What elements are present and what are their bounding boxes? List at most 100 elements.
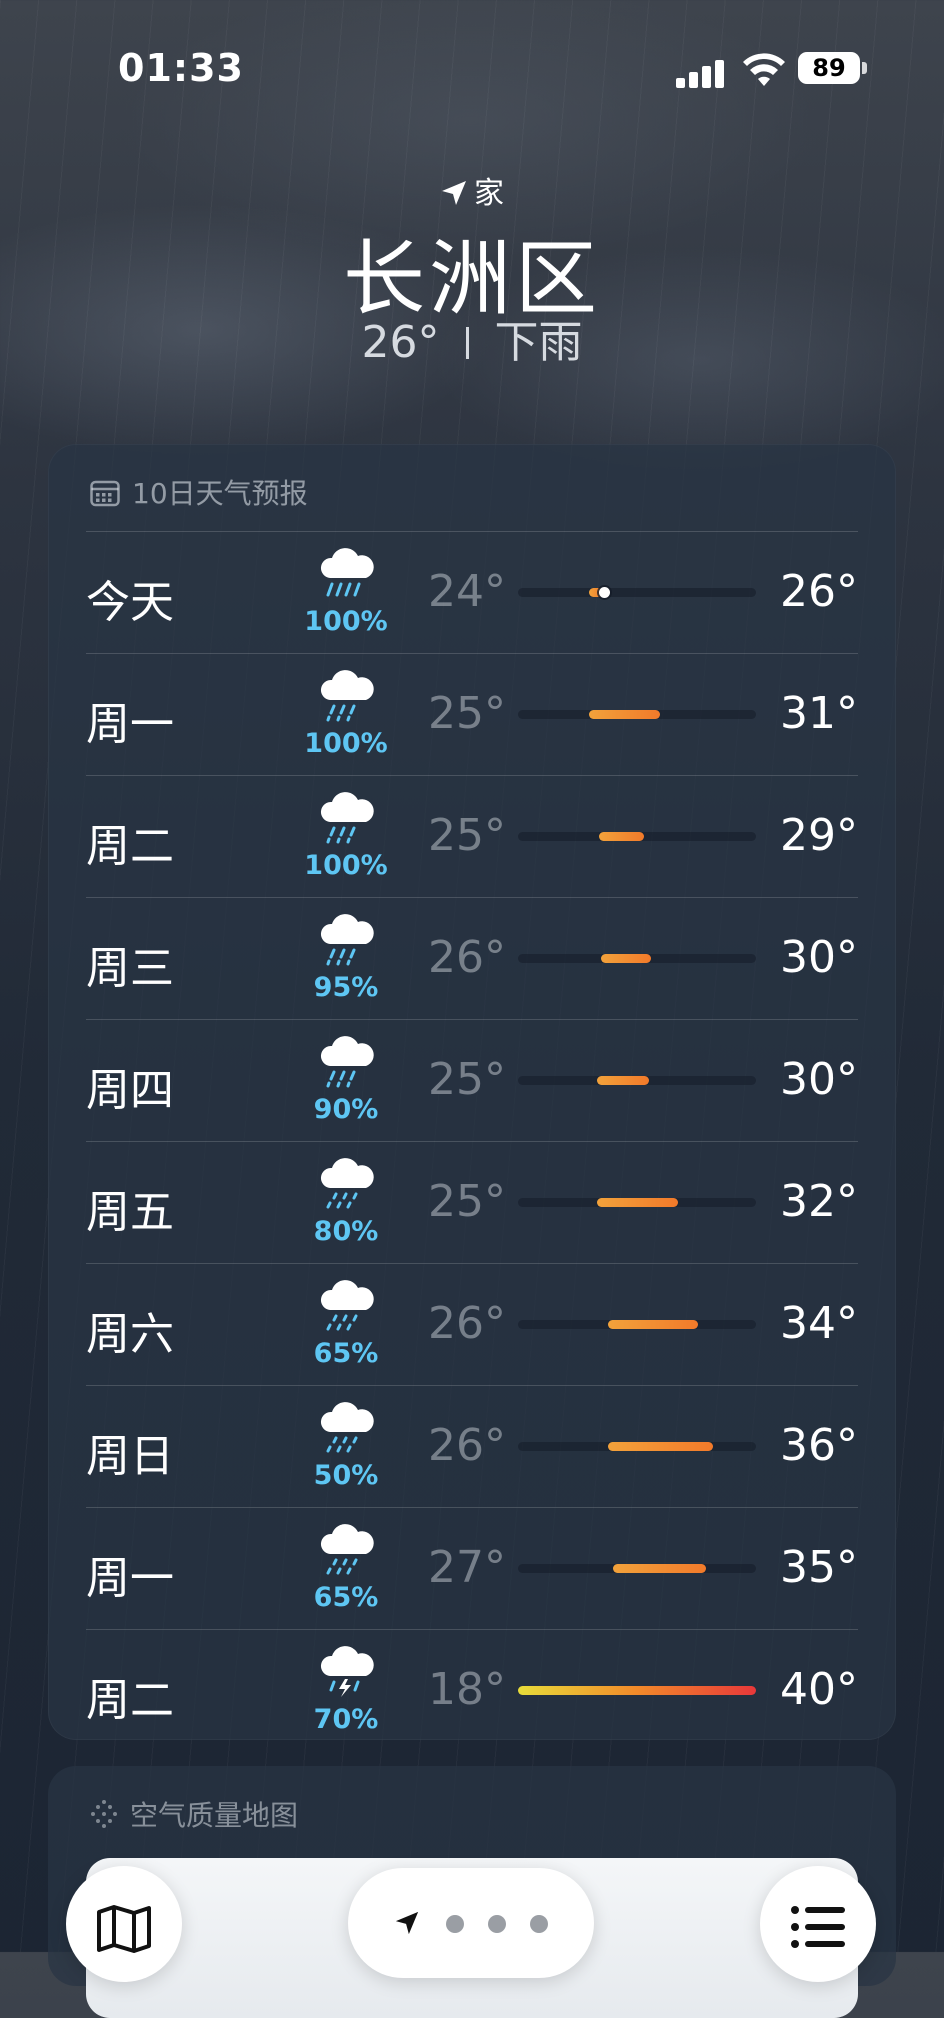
low-temperature: 25°	[428, 688, 506, 739]
forecast-row[interactable]: 周日 50% 26° 36°	[86, 1385, 858, 1507]
list-icon	[791, 1906, 845, 1948]
forecast-weather-icon	[316, 1524, 376, 1576]
forecast-title: 10日天气预报	[132, 477, 308, 510]
rain-icon	[320, 914, 374, 966]
forecast-list: 今天 100% 24° 26° 周一 100% 25° 31° 周二 100% 25° 29° 周三 95…	[86, 531, 858, 1751]
light-rain-icon	[320, 1158, 374, 1209]
forecast-row[interactable]: 周四 90% 25° 30°	[86, 1019, 858, 1141]
forecast-row[interactable]: 周一 100% 25° 31°	[86, 653, 858, 775]
current-condition: 下雨	[494, 317, 583, 368]
cellular-signal-icon	[676, 56, 726, 88]
temperature-range-fill	[518, 1686, 756, 1695]
calendar-icon	[90, 480, 120, 507]
current-temperature: 26°	[361, 317, 440, 368]
ten-day-forecast-card[interactable]: 10日天气预报 今天 100% 24° 26° 周一 100% 25° 31° 周二 100% 25…	[48, 444, 896, 1740]
heavy-rain-icon	[320, 548, 374, 597]
location-arrow-icon	[442, 181, 466, 205]
temperature-range-fill	[608, 1442, 713, 1451]
forecast-weather-icon	[316, 1036, 376, 1088]
forecast-day: 周三	[86, 943, 174, 994]
low-temperature: 26°	[428, 932, 506, 983]
low-temperature: 25°	[428, 1176, 506, 1227]
forecast-row[interactable]: 周五 80% 25° 32°	[86, 1141, 858, 1263]
temperature-range-bar	[518, 1564, 756, 1573]
forecast-weather-icon	[316, 1280, 376, 1332]
thunderstorm-icon	[320, 1646, 374, 1697]
air-quality-title: 空气质量地图	[130, 1799, 299, 1832]
forecast-day: 今天	[86, 577, 174, 628]
rain-icon	[320, 792, 374, 844]
page-dot[interactable]	[446, 1915, 464, 1933]
forecast-weather-icon	[316, 792, 376, 844]
battery-cap	[862, 62, 867, 74]
high-temperature: 29°	[780, 810, 858, 861]
high-temperature: 40°	[780, 1664, 858, 1715]
temperature-range-fill	[589, 710, 660, 719]
forecast-row[interactable]: 周一 65% 27° 35°	[86, 1507, 858, 1629]
light-rain-icon	[320, 1524, 374, 1575]
high-temperature: 35°	[780, 1542, 858, 1593]
air-quality-header: 空气质量地图	[90, 1794, 298, 1834]
forecast-day: 周二	[86, 821, 174, 872]
status-bar: 01:33 89	[0, 0, 944, 140]
temperature-range-bar	[518, 832, 756, 841]
light-rain-icon	[320, 1280, 374, 1331]
forecast-weather-icon	[316, 1158, 376, 1210]
city-list-button[interactable]	[760, 1866, 876, 1982]
forecast-day: 周日	[86, 1431, 174, 1482]
high-temperature: 26°	[780, 566, 858, 617]
temperature-range-bar	[518, 710, 756, 719]
low-temperature: 26°	[428, 1420, 506, 1471]
temperature-range-bar	[518, 1686, 756, 1695]
forecast-day: 周一	[86, 1553, 174, 1604]
temperature-range-bar	[518, 587, 756, 598]
forecast-day: 周六	[86, 1309, 174, 1360]
temperature-range-fill	[613, 1564, 706, 1573]
map-icon	[97, 1905, 151, 1953]
wifi-icon	[743, 53, 785, 86]
page-dot[interactable]	[488, 1915, 506, 1933]
temperature-range-fill	[597, 1198, 678, 1207]
forecast-day: 周四	[86, 1065, 174, 1116]
rain-icon	[320, 1036, 374, 1088]
forecast-weather-icon	[316, 1646, 376, 1698]
forecast-row[interactable]: 今天 100% 24° 26°	[86, 531, 858, 653]
temperature-range-fill	[601, 954, 651, 963]
page-indicator[interactable]	[348, 1868, 594, 1978]
temperature-range-bar	[518, 1198, 756, 1207]
temperature-range-fill	[608, 1320, 698, 1329]
page-dot[interactable]	[530, 1915, 548, 1933]
temperature-range-bar	[518, 1320, 756, 1329]
low-temperature: 24°	[428, 566, 506, 617]
separator	[465, 327, 469, 359]
temperature-range-fill	[599, 832, 644, 841]
forecast-row[interactable]: 周二 70% 18° 40°	[86, 1629, 858, 1751]
temperature-range-fill	[597, 1076, 649, 1085]
current-temperature-dot	[599, 587, 610, 598]
high-temperature: 32°	[780, 1176, 858, 1227]
low-temperature: 27°	[428, 1542, 506, 1593]
temperature-range-bar	[518, 954, 756, 963]
forecast-row[interactable]: 周三 95% 26° 30°	[86, 897, 858, 1019]
low-temperature: 18°	[428, 1664, 506, 1715]
forecast-weather-icon	[316, 1402, 376, 1454]
current-location-page-icon	[395, 1911, 419, 1935]
forecast-day: 周一	[86, 699, 174, 750]
forecast-row[interactable]: 周六 65% 26° 34°	[86, 1263, 858, 1385]
rain-icon	[320, 670, 374, 722]
light-rain-icon	[320, 1402, 374, 1453]
high-temperature: 36°	[780, 1420, 858, 1471]
temperature-range-bar	[518, 1442, 756, 1451]
temperature-range-bar	[518, 1076, 756, 1085]
forecast-row[interactable]: 周二 100% 25° 29°	[86, 775, 858, 897]
status-time: 01:33	[118, 46, 244, 90]
forecast-day: 周二	[86, 1675, 174, 1726]
high-temperature: 30°	[780, 1054, 858, 1105]
location-name: 家	[474, 176, 504, 211]
forecast-weather-icon	[316, 914, 376, 966]
map-button[interactable]	[66, 1866, 182, 1982]
high-temperature: 34°	[780, 1298, 858, 1349]
forecast-card-header: 10日天气预报	[90, 472, 308, 512]
air-quality-dots-icon	[91, 1800, 117, 1828]
forecast-day: 周五	[86, 1187, 174, 1238]
